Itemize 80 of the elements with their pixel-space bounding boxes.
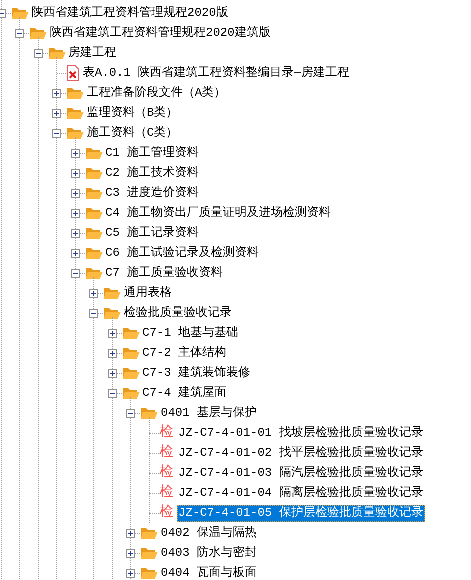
- tree-item[interactable]: C1 施工管理资料: [104, 144, 202, 162]
- collapse-icon[interactable]: [108, 388, 116, 398]
- tree-item[interactable]: C7-1 地基与基础: [140, 324, 241, 342]
- expand-icon[interactable]: [108, 328, 116, 338]
- expand-icon[interactable]: [126, 548, 135, 558]
- tree-item[interactable]: 0403 防水与密封: [159, 544, 260, 562]
- collapse-icon[interactable]: [126, 408, 135, 418]
- folder-icon: [84, 265, 102, 281]
- folder-icon: [140, 565, 158, 580]
- tree-item[interactable]: C7-4 建筑屋面: [140, 384, 229, 402]
- tree-item[interactable]: C7-2 主体结构: [140, 344, 229, 362]
- folder-icon: [140, 525, 158, 541]
- collapse-icon[interactable]: [89, 308, 98, 318]
- tree-item[interactable]: 房建工程: [66, 44, 118, 62]
- tree-item[interactable]: C2 施工技术资料: [104, 164, 202, 182]
- folder-icon: [84, 185, 102, 201]
- form-icon: 检: [160, 445, 176, 461]
- folder-icon: [140, 545, 158, 561]
- folder-icon: [140, 405, 158, 421]
- expand-icon[interactable]: [70, 188, 80, 198]
- collapse-icon[interactable]: [15, 28, 24, 38]
- folder-icon: [66, 125, 84, 141]
- tree-item[interactable]: C6 施工试验记录及检测资料: [104, 244, 262, 262]
- expand-icon[interactable]: [126, 528, 135, 538]
- tree-item[interactable]: C7-3 建筑装饰装修: [140, 364, 253, 382]
- tree-item[interactable]: JZ-C7-4-01-05 保护层检验批质量验收记录: [176, 504, 426, 522]
- tree-item[interactable]: 施工资料（C类）: [85, 124, 180, 142]
- folder-icon: [103, 285, 121, 301]
- folder-icon: [66, 105, 84, 121]
- tree-item[interactable]: 工程准备阶段文件（A类）: [85, 84, 228, 102]
- folder-icon: [84, 205, 102, 221]
- expand-icon[interactable]: [70, 208, 80, 218]
- tree-item[interactable]: C3 进度造价资料: [104, 184, 202, 202]
- expand-icon[interactable]: [52, 88, 61, 98]
- tree-item[interactable]: C7 施工质量验收资料: [104, 264, 226, 282]
- tree-item[interactable]: 0404 瓦面与板面: [159, 564, 260, 580]
- tree-item[interactable]: 监理资料（B类）: [85, 104, 180, 122]
- expand-icon[interactable]: [52, 108, 61, 118]
- folder-icon: [48, 45, 66, 61]
- expand-icon[interactable]: [108, 348, 116, 358]
- tree-item[interactable]: 通用表格: [122, 284, 174, 302]
- folder-icon: [122, 345, 140, 361]
- folder-icon: [103, 305, 121, 321]
- tree-item[interactable]: 陕西省建筑工程资料管理规程2020版: [30, 4, 230, 22]
- folder-icon: [122, 365, 140, 381]
- form-icon: 检: [160, 465, 176, 481]
- expand-icon[interactable]: [126, 568, 135, 578]
- collapse-icon[interactable]: [52, 128, 61, 138]
- tree-item[interactable]: 检验批质量验收记录: [122, 304, 234, 322]
- tree-item[interactable]: 0401 基层与保护: [159, 404, 260, 422]
- collapse-icon[interactable]: [70, 268, 80, 278]
- folder-icon: [84, 165, 102, 181]
- folder-icon: [66, 85, 84, 101]
- folder-icon: [122, 325, 140, 341]
- tree-item[interactable]: C5 施工记录资料: [104, 224, 202, 242]
- form-icon: 检: [160, 485, 176, 501]
- collapse-icon[interactable]: [34, 48, 42, 58]
- folder-icon: [122, 385, 140, 401]
- form-icon: 检: [160, 505, 176, 521]
- tree-item[interactable]: C4 施工物资出厂质量证明及进场检测资料: [104, 204, 334, 222]
- expand-icon[interactable]: [70, 248, 80, 258]
- expand-icon[interactable]: [70, 168, 80, 178]
- folder-icon: [84, 225, 102, 241]
- tree-item[interactable]: JZ-C7-4-01-01 找坡层检验批质量验收记录: [176, 424, 426, 442]
- expand-icon[interactable]: [70, 228, 80, 238]
- tree-item[interactable]: 表A.0.1 陕西省建筑工程资料整编目录—房建工程: [81, 64, 352, 82]
- folder-icon: [84, 145, 102, 161]
- tree-item[interactable]: JZ-C7-4-01-03 隔汽层检验批质量验收记录: [176, 464, 426, 482]
- folder-icon: [84, 245, 102, 261]
- tree-item[interactable]: JZ-C7-4-01-02 找平层检验批质量验收记录: [176, 444, 426, 462]
- tree-item[interactable]: 陕西省建筑工程资料管理规程2020建筑版: [48, 24, 273, 42]
- expand-icon[interactable]: [89, 288, 98, 298]
- folder-icon: [10, 5, 28, 21]
- expand-icon[interactable]: [108, 368, 116, 378]
- tree-item[interactable]: 0402 保温与隔热: [159, 524, 260, 542]
- document-icon: [66, 65, 80, 81]
- expand-icon[interactable]: [70, 148, 80, 158]
- tree-item[interactable]: JZ-C7-4-01-04 隔离层检验批质量验收记录: [176, 484, 426, 502]
- form-icon: 检: [160, 425, 176, 441]
- folder-icon: [29, 25, 47, 41]
